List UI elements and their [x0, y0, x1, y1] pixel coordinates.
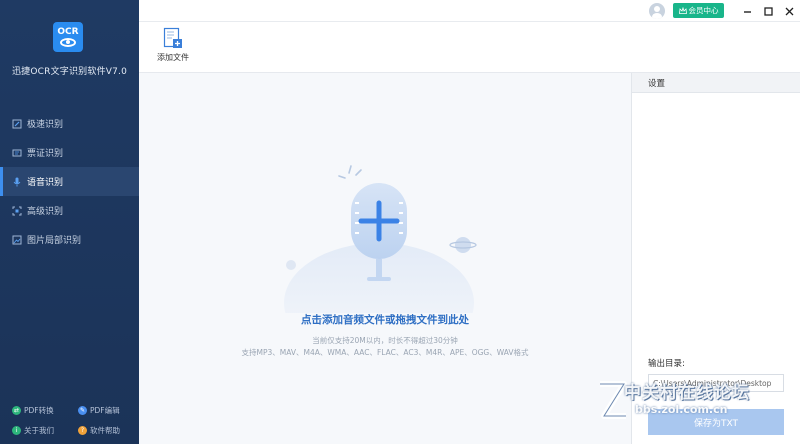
- drop-zone-format-hint: 支持MP3、MAV、M4A、WMA、AAC、FLAC、AC3、M4R、APE、O…: [241, 348, 529, 357]
- drop-zone-limit-hint: 当前仅支持20M以内，时长不得超过30分钟: [312, 336, 458, 345]
- settings-header: 设置: [632, 73, 800, 93]
- add-file-label: 添加文件: [157, 53, 189, 62]
- maximize-icon: [763, 6, 773, 16]
- sidebar-bottom-links: ⇄ PDF转换 ✎ PDF编辑 i 关于我们 ? 软件帮助: [0, 400, 139, 440]
- sidebar-item-advanced-ocr[interactable]: 高级识别: [0, 196, 139, 225]
- sidebar-item-partial-image-ocr[interactable]: 图片局部识别: [0, 225, 139, 254]
- sidebar-nav: 极速识别 票证识别 语音识别 高级识别 图片局部识别: [0, 109, 139, 254]
- output-dir-field[interactable]: C:\Users\Administrator\Desktop: [648, 374, 784, 392]
- sidebar-item-label: 极速识别: [27, 120, 64, 130]
- ticket-icon: [12, 148, 22, 158]
- save-as-txt-button[interactable]: 保存为TXT: [648, 409, 784, 435]
- settings-panel: 设置 输出目录: C:\Users\Administrator\Desktop …: [631, 73, 800, 444]
- pdf-convert-icon: ⇄: [12, 405, 21, 415]
- link-label: 关于我们: [24, 425, 54, 435]
- sidebar-item-label: 语音识别: [27, 178, 64, 188]
- app-title: 迅捷OCR文字识别软件V7.0: [11, 67, 128, 77]
- title-bar: 会员中心: [139, 0, 800, 22]
- close-icon: [785, 7, 793, 15]
- app-logo: OCR: [53, 22, 83, 52]
- vip-center-button[interactable]: 会员中心: [673, 3, 724, 18]
- sidebar-item-label: 图片局部识别: [27, 236, 82, 246]
- output-dir-label: 输出目录:: [648, 359, 685, 369]
- pdf-edit-link[interactable]: ✎ PDF编辑: [68, 405, 136, 416]
- sidebar-item-ticket-ocr[interactable]: 票证识别: [0, 138, 139, 167]
- sidebar: OCR 迅捷OCR文字识别软件V7.0 极速识别 票证识别 语音识别 高级识别 …: [0, 0, 139, 444]
- scan-doc-icon: [12, 119, 22, 129]
- image-crop-icon: [12, 235, 22, 245]
- add-file-button[interactable]: 添加文件: [155, 27, 191, 63]
- help-link[interactable]: ? 软件帮助: [68, 425, 136, 436]
- link-label: 软件帮助: [90, 425, 120, 435]
- about-icon: i: [12, 425, 21, 435]
- about-us-link[interactable]: i 关于我们: [0, 425, 68, 436]
- pdf-convert-link[interactable]: ⇄ PDF转换: [0, 405, 68, 416]
- pdf-edit-icon: ✎: [78, 405, 87, 415]
- minimize-button[interactable]: [740, 4, 754, 18]
- link-label: PDF转换: [24, 405, 54, 415]
- maximize-button[interactable]: [761, 4, 775, 18]
- sidebar-item-label: 票证识别: [27, 149, 64, 159]
- microphone-icon: [12, 177, 22, 187]
- sidebar-item-voice-ocr[interactable]: 语音识别: [0, 167, 139, 196]
- minimize-icon: [743, 10, 751, 13]
- audio-drop-zone[interactable]: 点击添加音频文件或拖拽文件到此处 当前仅支持20M以内，时长不得超过30分钟 支…: [139, 73, 631, 444]
- microphone-plus-illustration: [284, 165, 477, 313]
- crown-icon: [678, 6, 687, 14]
- close-button[interactable]: [782, 4, 796, 18]
- help-icon: ?: [78, 425, 87, 435]
- toolbar: 添加文件: [139, 22, 800, 73]
- logo-text: OCR: [57, 27, 79, 37]
- advanced-scan-icon: [12, 206, 22, 216]
- sidebar-item-label: 高级识别: [27, 207, 64, 217]
- sidebar-item-fast-ocr[interactable]: 极速识别: [0, 109, 139, 138]
- link-label: PDF编辑: [90, 405, 120, 415]
- avatar[interactable]: [649, 3, 665, 19]
- add-file-icon: [163, 27, 182, 48]
- vip-center-label: 会员中心: [688, 6, 719, 15]
- eye-icon: [60, 38, 76, 47]
- drop-zone-title[interactable]: 点击添加音频文件或拖拽文件到此处: [139, 312, 631, 327]
